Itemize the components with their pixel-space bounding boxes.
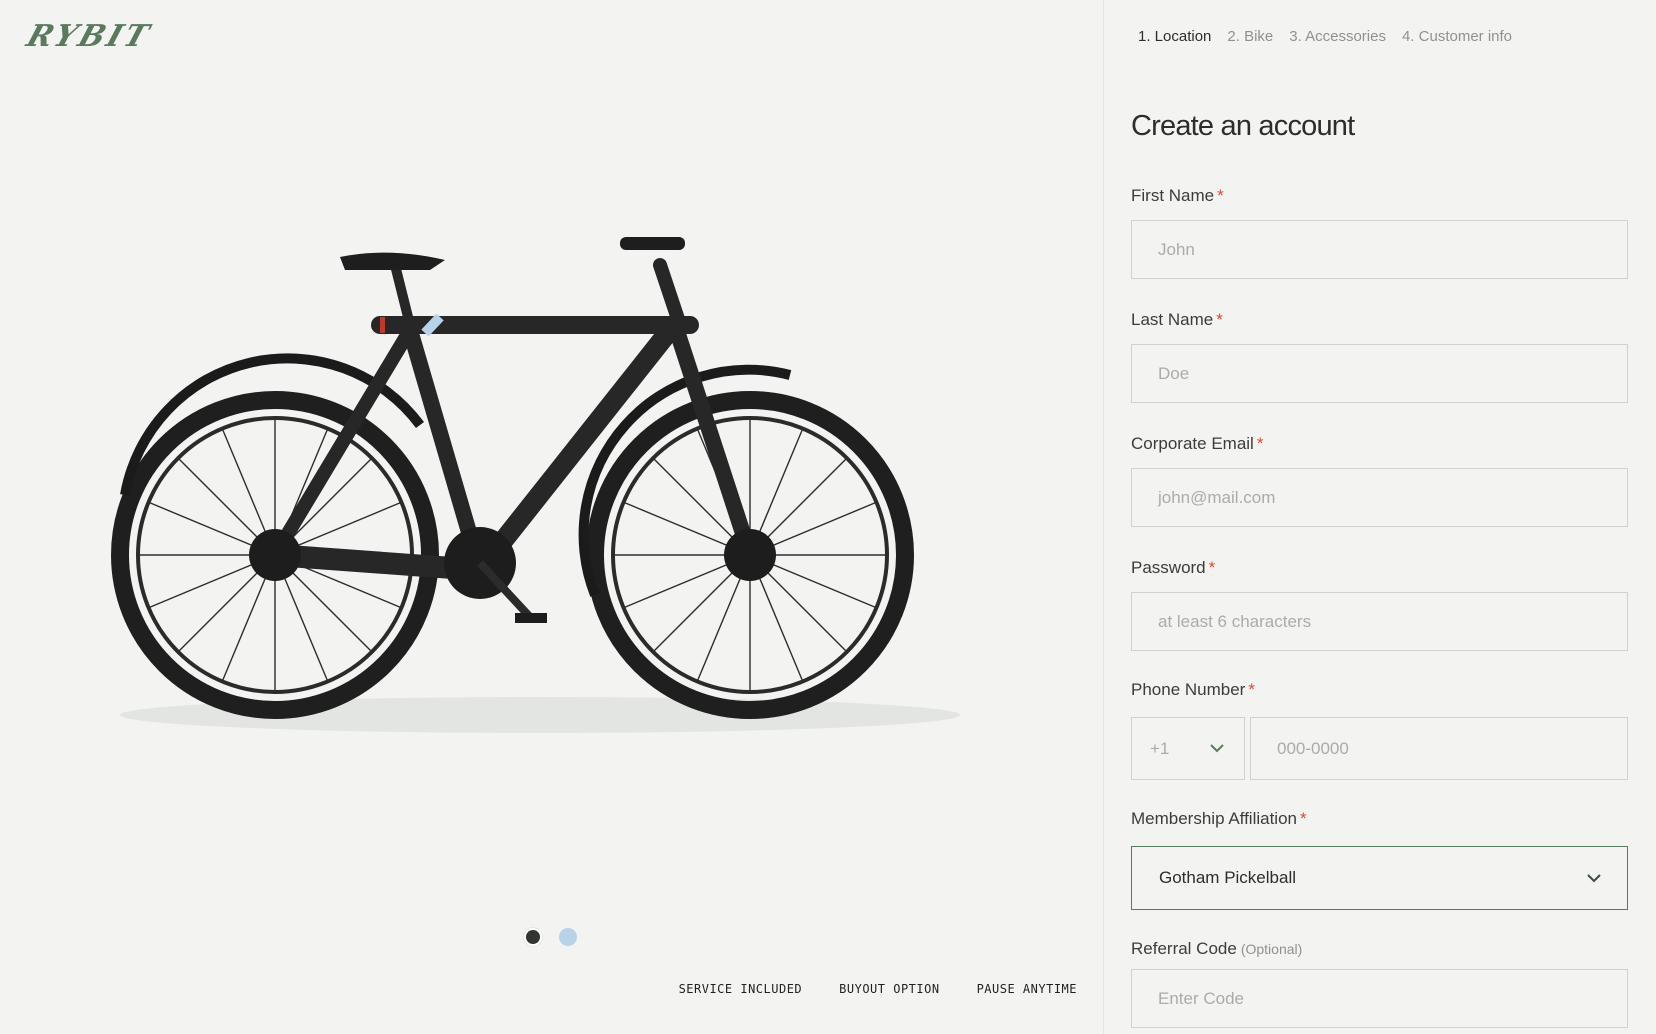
- step-location[interactable]: 1. Location: [1138, 28, 1211, 45]
- required-mark: *: [1248, 680, 1255, 699]
- membership-affiliation-select[interactable]: Gotham Pickelball: [1131, 846, 1628, 910]
- optional-note: (Optional): [1240, 941, 1303, 957]
- rybit-logo[interactable]: RYBIT: [22, 18, 256, 54]
- required-mark: *: [1300, 809, 1307, 828]
- required-mark: *: [1217, 186, 1224, 205]
- country-code-value: +1: [1150, 738, 1170, 758]
- last-name-label: Last Name *: [1131, 310, 1223, 329]
- membership-affiliation-label: Membership Affiliation *: [1131, 809, 1307, 828]
- corporate-email-label: Corporate Email *: [1131, 434, 1264, 453]
- required-mark: *: [1216, 310, 1223, 329]
- step-accessories[interactable]: 3. Accessories: [1289, 28, 1386, 45]
- first-name-input[interactable]: [1131, 220, 1628, 279]
- carousel-dot-2[interactable]: [559, 928, 577, 946]
- chevron-down-icon: [1210, 744, 1224, 753]
- membership-selected-value: Gotham Pickelball: [1159, 868, 1297, 887]
- required-mark: *: [1256, 434, 1264, 453]
- referral-code-input[interactable]: [1131, 969, 1628, 1028]
- step-bike[interactable]: 2. Bike: [1227, 28, 1273, 45]
- referral-code-label: Referral Code (Optional): [1131, 939, 1303, 958]
- required-mark: *: [1208, 558, 1216, 577]
- password-input[interactable]: [1131, 592, 1628, 651]
- corporate-email-input[interactable]: [1131, 468, 1628, 527]
- signup-form-pane: 1. Location 2. Bike 3. Accessories 4. Cu…: [1104, 0, 1656, 1034]
- phone-number-label: Phone Number *: [1131, 680, 1255, 699]
- chevron-down-icon: [1587, 873, 1601, 882]
- bike-image: [111, 237, 960, 733]
- first-name-label: First Name *: [1131, 186, 1224, 205]
- carousel-dots: [524, 928, 577, 946]
- svg-text:RYBIT: RYBIT: [22, 19, 156, 54]
- feature-service-included: SERVICE INCLUDED: [678, 982, 803, 996]
- feature-pause-anytime: PAUSE ANYTIME: [976, 982, 1077, 996]
- step-customer-info[interactable]: 4. Customer info: [1402, 28, 1512, 45]
- page-title: Create an account: [1131, 110, 1355, 142]
- country-code-select[interactable]: +1: [1131, 717, 1245, 780]
- checkout-steps: 1. Location 2. Bike 3. Accessories 4. Cu…: [1138, 28, 1512, 45]
- feature-list: SERVICE INCLUDED BUYOUT OPTION PAUSE ANY…: [679, 982, 1077, 996]
- feature-buyout-option: BUYOUT OPTION: [839, 982, 940, 996]
- phone-number-input[interactable]: [1250, 717, 1628, 780]
- last-name-input[interactable]: [1131, 344, 1628, 403]
- password-label: Password *: [1131, 558, 1216, 577]
- product-gallery-pane: RYBIT SERVICE INCLUDED BUYOUT OPTION PAU…: [0, 0, 1103, 1034]
- carousel-dot-1[interactable]: [524, 928, 542, 946]
